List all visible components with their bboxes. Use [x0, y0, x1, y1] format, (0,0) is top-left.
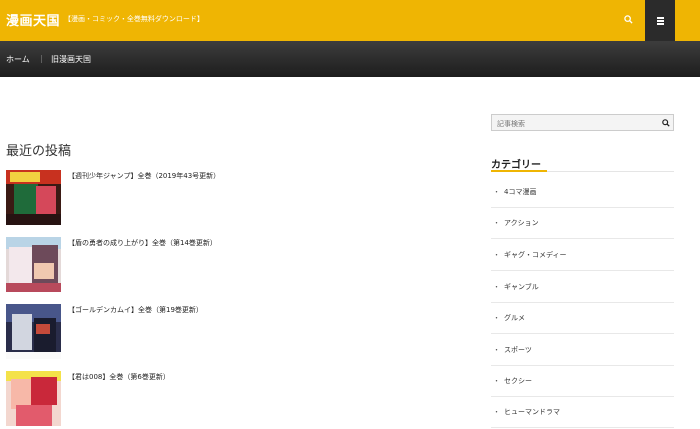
site-header: 漫画天国 【漫画・コミック・全巻無料ダウンロード】	[0, 0, 700, 41]
bullet: ・	[493, 188, 500, 196]
post-item[interactable]: 【ゴールデンカムイ】全巻（第19巻更新）	[6, 304, 466, 359]
post-thumbnail[interactable]	[6, 170, 61, 225]
bullet: ・	[493, 251, 500, 259]
sidebar-search	[491, 114, 674, 132]
category-link[interactable]: アクション	[504, 218, 539, 228]
search-input[interactable]	[492, 115, 659, 132]
bullet: ・	[493, 219, 500, 227]
breadcrumb-home-link[interactable]: ホーム	[6, 54, 30, 65]
bullet: ・	[493, 346, 500, 354]
menu-button[interactable]	[645, 0, 675, 41]
category-link[interactable]: ヒューマンドラマ	[504, 407, 560, 417]
category-item[interactable]: ・ 4コマ漫画	[491, 177, 674, 208]
post-title-link[interactable]: 【週刊少年ジャンプ】全巻（2019年43号更新）	[68, 171, 220, 181]
search-icon[interactable]	[662, 119, 670, 127]
site-tagline: 【漫画・コミック・全巻無料ダウンロード】	[64, 15, 204, 23]
breadcrumb: ホーム | 旧漫画天国	[0, 41, 700, 77]
site-title[interactable]: 漫画天国	[6, 10, 60, 29]
category-item[interactable]: ・ アクション	[491, 208, 674, 239]
bullet: ・	[493, 283, 500, 291]
post-thumbnail[interactable]	[6, 304, 61, 359]
category-item[interactable]: ・ ヒューマンドラマ	[491, 397, 674, 428]
category-link[interactable]: セクシー	[504, 376, 532, 386]
post-item[interactable]: 【盾の勇者の成り上がり】全巻（第14巻更新）	[6, 237, 466, 292]
category-link[interactable]: ギャンブル	[504, 282, 539, 292]
category-heading: カテゴリー	[491, 160, 541, 171]
bullet: ・	[493, 377, 500, 385]
bullet: ・	[493, 314, 500, 322]
category-item[interactable]: ・ グルメ	[491, 303, 674, 334]
post-item[interactable]: 【君は008】全巻（第6巻更新）	[6, 371, 466, 426]
breadcrumb-separator: |	[40, 54, 43, 63]
category-item[interactable]: ・ ギャグ・コメディー	[491, 240, 674, 271]
header-search-button[interactable]	[618, 6, 640, 34]
hamburger-menu-icon-bar	[657, 23, 664, 25]
category-link[interactable]: 4コマ漫画	[504, 187, 536, 197]
category-link[interactable]: グルメ	[504, 313, 525, 323]
bullet: ・	[493, 408, 500, 416]
category-link[interactable]: スポーツ	[504, 345, 532, 355]
post-title-link[interactable]: 【ゴールデンカムイ】全巻（第19巻更新）	[68, 305, 203, 315]
category-heading-accent	[491, 170, 547, 172]
post-thumbnail[interactable]	[6, 371, 61, 426]
post-thumbnail[interactable]	[6, 237, 61, 292]
category-link[interactable]: ギャグ・コメディー	[504, 250, 567, 260]
hamburger-menu-icon	[657, 17, 664, 19]
category-item[interactable]: ・ セクシー	[491, 366, 674, 397]
post-title-link[interactable]: 【盾の勇者の成り上がり】全巻（第14巻更新）	[68, 238, 217, 248]
recent-posts-title: 最近の投稿	[6, 144, 72, 159]
hamburger-menu-icon-bar	[657, 20, 664, 22]
post-item[interactable]: 【週刊少年ジャンプ】全巻（2019年43号更新）	[6, 170, 466, 225]
post-title-link[interactable]: 【君は008】全巻（第6巻更新）	[68, 372, 170, 382]
category-item[interactable]: ・ ギャンブル	[491, 272, 674, 303]
category-item[interactable]: ・ スポーツ	[491, 335, 674, 366]
search-icon	[624, 15, 633, 24]
breadcrumb-current[interactable]: 旧漫画天国	[51, 54, 91, 65]
